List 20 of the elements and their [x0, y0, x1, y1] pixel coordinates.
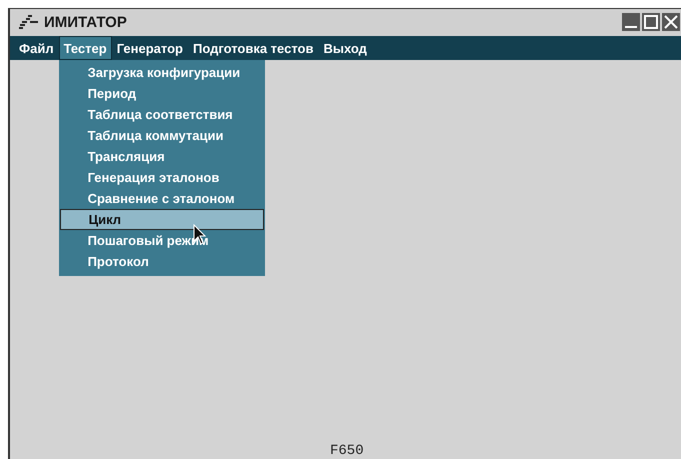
- menu-item[interactable]: Выход: [318, 36, 372, 60]
- menu-option[interactable]: Период: [60, 83, 264, 104]
- menu-option[interactable]: Протокол: [60, 251, 264, 272]
- menu-option[interactable]: Таблица коммутации: [60, 125, 264, 146]
- menu-option[interactable]: Цикл: [60, 209, 264, 230]
- menu-option[interactable]: Трансляция: [60, 146, 264, 167]
- maximize-icon[interactable]: [642, 13, 660, 31]
- menu-item[interactable]: Файл: [14, 36, 59, 60]
- minimize-icon[interactable]: [622, 13, 640, 31]
- window-title: ИМИТАТОР: [44, 14, 127, 30]
- close-icon[interactable]: [662, 13, 680, 31]
- menu-item[interactable]: Тестер: [58, 36, 112, 60]
- stairs-icon: [18, 15, 40, 29]
- menu-option[interactable]: Генерация эталонов: [60, 167, 264, 188]
- menu-option[interactable]: Таблица соответствия: [60, 104, 264, 125]
- menu-item[interactable]: Подготовка тестов: [188, 36, 318, 60]
- menu-option[interactable]: Загрузка конфигурации: [60, 62, 264, 83]
- menu-option[interactable]: Сравнение с эталоном: [60, 188, 264, 209]
- status-text: F650: [330, 443, 364, 459]
- menu-item[interactable]: Генератор: [112, 36, 188, 60]
